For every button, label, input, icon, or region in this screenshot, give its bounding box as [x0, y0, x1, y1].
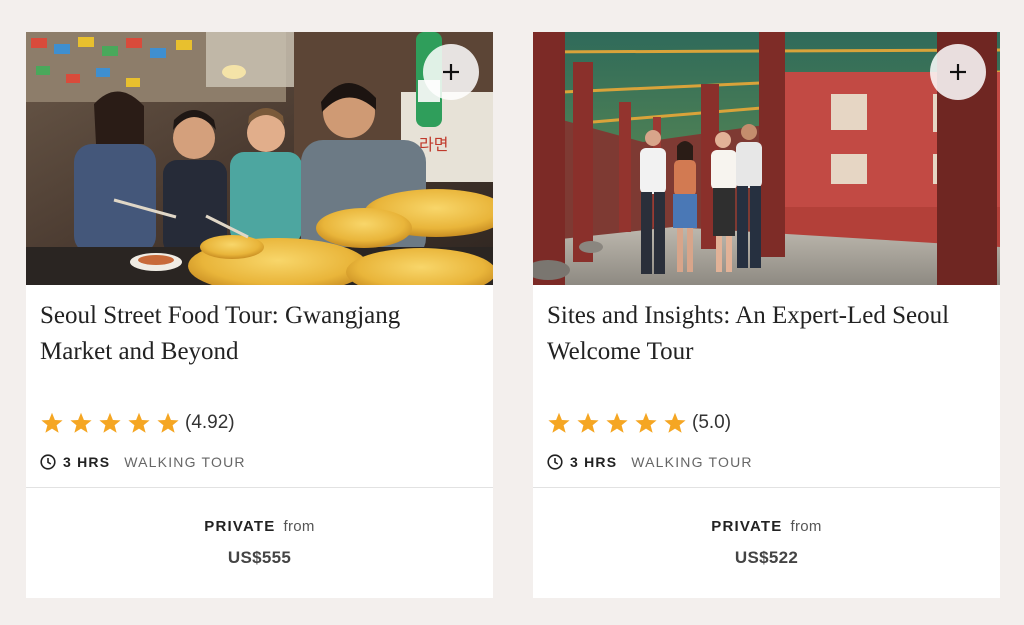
price-block: PRIVATE from US$555	[26, 516, 493, 568]
tour-title[interactable]: Seoul Street Food Tour: Gwangjang Market…	[40, 298, 470, 370]
divider	[533, 487, 1000, 488]
star-icon	[664, 412, 686, 433]
plus-icon	[443, 64, 459, 80]
private-label: PRIVATE	[204, 518, 276, 535]
tour-duration: 3 HRS	[570, 454, 618, 470]
star-icon	[577, 412, 599, 433]
private-label: PRIVATE	[711, 518, 783, 535]
tour-title[interactable]: Sites and Insights: An Expert-Led Seoul …	[547, 298, 977, 370]
from-label: from	[790, 518, 822, 535]
tour-meta: 3 HRS WALKING TOUR	[40, 452, 246, 472]
tour-type: WALKING TOUR	[124, 454, 246, 470]
rating: (4.92)	[40, 410, 235, 436]
star-icon	[41, 412, 63, 433]
rating-value: (5.0)	[692, 412, 732, 433]
add-to-wishlist-button[interactable]	[930, 44, 986, 100]
add-to-wishlist-button[interactable]	[423, 44, 479, 100]
tour-meta: 3 HRS WALKING TOUR	[547, 452, 753, 472]
tour-card[interactable]: 라면 Seoul Street Food Tour: Gwangjang Mar…	[26, 32, 493, 598]
tour-price: US$555	[227, 548, 292, 567]
tour-type: WALKING TOUR	[631, 454, 753, 470]
from-label: from	[283, 518, 315, 535]
plus-icon	[950, 64, 966, 80]
star-icon	[128, 412, 150, 433]
star-icon	[635, 412, 657, 433]
star-icon	[157, 412, 179, 433]
star-icon	[548, 412, 570, 433]
star-rating	[547, 412, 692, 435]
price-block: PRIVATE from US$522	[533, 516, 1000, 568]
svg-text:라면: 라면	[419, 135, 448, 154]
clock-icon	[40, 454, 56, 470]
tour-duration: 3 HRS	[63, 454, 111, 470]
star-icon	[99, 412, 121, 433]
clock-icon	[547, 454, 563, 470]
tour-card[interactable]: Sites and Insights: An Expert-Led Seoul …	[533, 32, 1000, 598]
star-rating	[40, 412, 185, 435]
star-icon	[606, 412, 628, 433]
star-icon	[70, 412, 92, 433]
rating: (5.0)	[547, 410, 731, 436]
tour-price: US$522	[734, 548, 799, 567]
divider	[26, 487, 493, 488]
rating-value: (4.92)	[185, 412, 235, 433]
